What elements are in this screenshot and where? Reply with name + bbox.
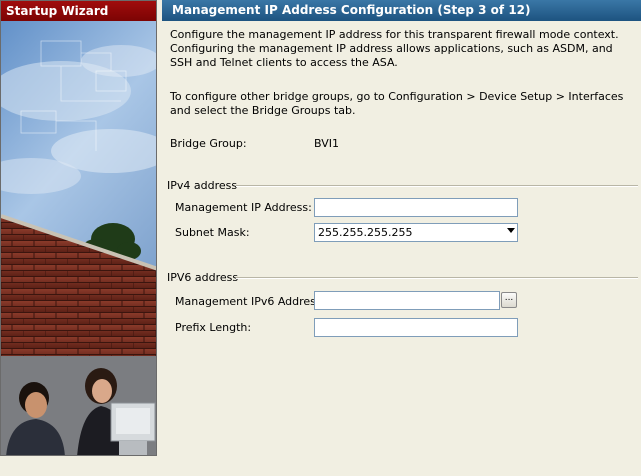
mgmt-ipv6-input[interactable] (314, 291, 500, 310)
wizard-banner-image (1, 1, 156, 455)
ipv6-browse-button[interactable]: ... (501, 292, 517, 308)
mgmt-ip-label: Management IP Address: (175, 201, 312, 214)
wizard-title: Startup Wizard (1, 1, 156, 21)
ipv4-group-divider (236, 185, 638, 187)
prefix-length-input[interactable] (314, 318, 518, 337)
bridge-groups-hint: To configure other bridge groups, go to … (170, 90, 624, 117)
ipv4-group-title: IPv4 address (167, 179, 238, 192)
subnet-mask-label: Subnet Mask: (175, 226, 250, 239)
ipv6-group-title: IPV6 address (167, 271, 239, 284)
ipv6-group-divider (236, 277, 638, 279)
step-header: Management IP Address Configuration (Ste… (162, 0, 641, 21)
wizard-side-panel: Startup Wizard (0, 0, 157, 456)
bridge-group-label: Bridge Group: (170, 137, 247, 150)
mgmt-ip-input[interactable] (314, 198, 518, 217)
bridge-group-value: BVI1 (314, 137, 339, 150)
mgmt-ipv6-label: Management IPv6 Address: (175, 295, 326, 308)
subnet-mask-value: 255.255.255.255 (318, 226, 413, 239)
subnet-mask-select[interactable]: 255.255.255.255 (314, 223, 518, 242)
chevron-down-icon[interactable] (507, 228, 515, 233)
prefix-length-label: Prefix Length: (175, 321, 252, 334)
intro-text: Configure the management IP address for … (170, 28, 619, 69)
